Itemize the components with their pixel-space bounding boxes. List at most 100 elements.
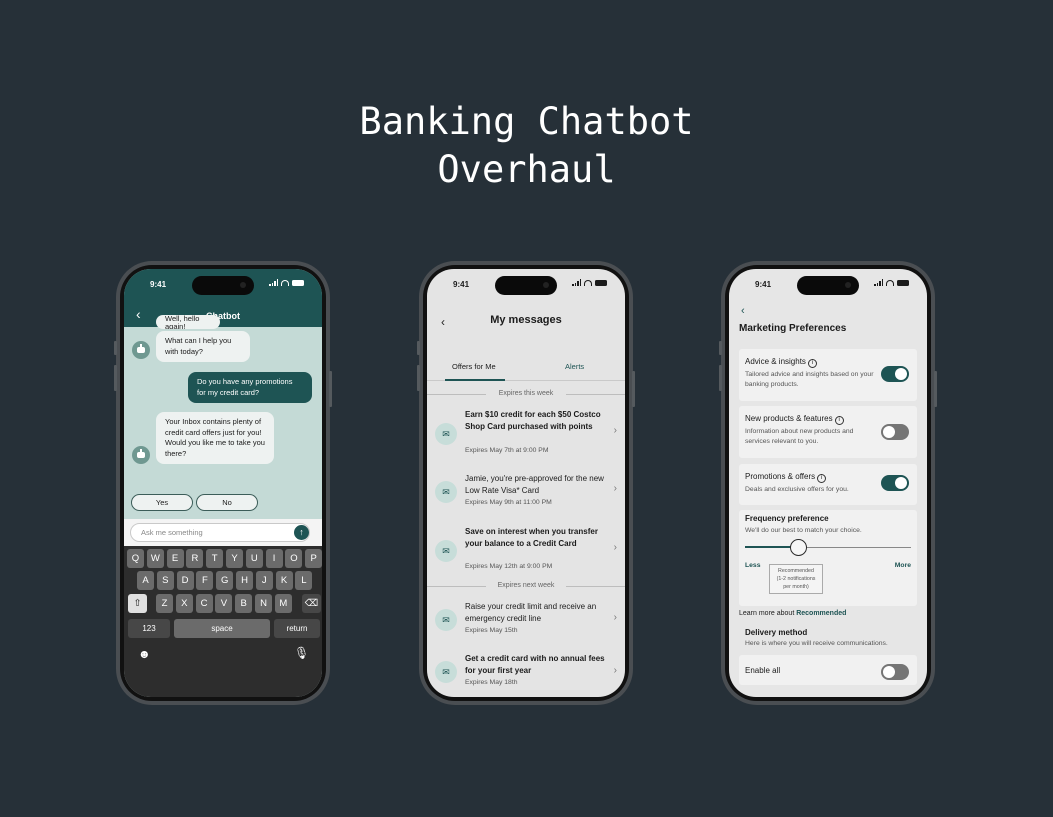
space-key[interactable]: space	[174, 619, 270, 638]
enable-all-label: Enable all	[745, 666, 781, 675]
phone-chatbot: 9:41 ‹ Chatbot Well, hello again! What c…	[114, 261, 332, 705]
keyboard: QWERTYUIOP ASDFGHJKL ZXCVBNM ⇧ ⌫ 123 spa…	[124, 546, 322, 697]
key-k[interactable]: K	[275, 571, 293, 590]
info-icon[interactable]: i	[834, 416, 844, 425]
battery-icon	[897, 279, 909, 286]
pref-card-new-products: New products & features i Information abo…	[739, 406, 917, 458]
key-i[interactable]: I	[265, 549, 283, 568]
info-icon[interactable]: i	[817, 474, 827, 483]
chevron-right-icon: ›	[613, 542, 617, 553]
learn-more-link[interactable]: Recommended	[796, 610, 846, 617]
chat-bubble-bot: Well, hello again!	[156, 315, 220, 329]
chat-bubble-bot: What can I help you with today?	[156, 331, 250, 362]
key-t[interactable]: T	[206, 549, 224, 568]
quick-reply-no[interactable]: No	[196, 494, 258, 511]
tab-alerts[interactable]: Alerts	[565, 362, 584, 371]
chatbot-title: Chatbot	[206, 311, 240, 321]
recommended-tooltip: Recommended (1-2 notifications per month…	[769, 564, 823, 594]
key-e[interactable]: E	[166, 549, 184, 568]
info-icon[interactable]: i	[807, 359, 817, 368]
key-l[interactable]: L	[295, 571, 313, 590]
send-arrow-icon[interactable]: ↑	[294, 525, 309, 540]
signal-icon	[874, 279, 883, 286]
delivery-title: Delivery method	[745, 628, 808, 637]
slider-label-less: Less	[745, 562, 761, 569]
key-y[interactable]: Y	[226, 549, 243, 568]
status-time: 9:41	[453, 280, 470, 289]
back-chevron-icon[interactable]: ‹	[741, 305, 745, 317]
return-key[interactable]: return	[274, 619, 320, 638]
tab-offers-for-me[interactable]: Offers for Me	[452, 362, 496, 371]
key-j[interactable]: J	[255, 571, 273, 590]
bot-avatar-icon	[132, 341, 150, 359]
key-m[interactable]: M	[274, 594, 292, 613]
key-z[interactable]: Z	[156, 594, 173, 613]
bot-avatar-icon	[132, 446, 150, 464]
key-a[interactable]: A	[137, 571, 154, 590]
dynamic-island	[495, 276, 557, 295]
dynamic-island	[797, 276, 859, 295]
status-time: 9:41	[150, 280, 167, 289]
shift-key[interactable]: ⇧	[128, 594, 147, 613]
messages-title: My messages	[490, 314, 562, 326]
chat-input[interactable]: Ask me something	[130, 523, 310, 542]
envelope-closed-icon: ✉	[435, 661, 457, 683]
chevron-right-icon: ›	[613, 425, 617, 436]
numbers-key[interactable]: 123	[128, 619, 170, 638]
frequency-title: Frequency preference	[745, 514, 829, 523]
status-time: 9:41	[755, 280, 772, 289]
slider-label-more: More	[894, 562, 911, 569]
wifi-icon	[281, 279, 289, 286]
key-n[interactable]: N	[255, 594, 272, 613]
frequency-desc: We'll do our best to match your choice.	[745, 527, 862, 534]
section-divider: Expires this week	[427, 389, 625, 399]
toggle-new-products[interactable]	[881, 424, 909, 440]
key-q[interactable]: Q	[127, 549, 144, 568]
phone-messages: 9:41 ‹ My messages Offers for Me Alerts …	[417, 261, 635, 705]
microphone-icon[interactable]: 🎙︎	[294, 646, 309, 660]
toggle-enable-all[interactable]	[881, 664, 909, 680]
envelope-closed-icon: ✉	[435, 540, 457, 562]
pref-card-advice: Advice & insights i Tailored advice and i…	[739, 349, 917, 401]
emoji-icon[interactable]: ☻	[138, 647, 151, 661]
messages-screen: 9:41 ‹ My messages Offers for Me Alerts …	[427, 269, 625, 697]
preferences-title: Marketing Preferences	[739, 323, 847, 334]
quick-reply-yes[interactable]: Yes	[131, 494, 193, 511]
page-title-line1: Banking Chatbot	[359, 100, 694, 143]
toggle-promotions[interactable]	[881, 475, 909, 491]
delivery-desc: Here is where you will receive communica…	[745, 640, 888, 647]
key-u[interactable]: U	[245, 549, 263, 568]
chevron-right-icon: ›	[613, 665, 617, 676]
key-r[interactable]: R	[186, 549, 204, 568]
learn-more-text: Learn more about Recommended	[739, 610, 847, 617]
frequency-card: Frequency preference We'll do our best t…	[739, 510, 917, 606]
preferences-screen: 9:41 ‹ Marketing Preferences Advice & in…	[729, 269, 927, 697]
key-b[interactable]: B	[235, 594, 253, 613]
key-c[interactable]: C	[195, 594, 213, 613]
page-title-line2: Overhaul	[437, 148, 616, 191]
wifi-icon	[886, 279, 894, 286]
key-o[interactable]: O	[285, 549, 303, 568]
enable-all-card: Enable all	[739, 655, 917, 685]
key-v[interactable]: V	[215, 594, 233, 613]
backspace-key[interactable]: ⌫	[302, 594, 321, 613]
key-x[interactable]: X	[175, 594, 193, 613]
key-s[interactable]: S	[156, 571, 174, 590]
key-f[interactable]: F	[196, 571, 214, 590]
dynamic-island	[192, 276, 254, 295]
key-h[interactable]: H	[236, 571, 253, 590]
chevron-right-icon: ›	[613, 612, 617, 623]
envelope-closed-icon: ✉	[435, 423, 457, 445]
toggle-advice[interactable]	[881, 366, 909, 382]
signal-icon	[572, 279, 581, 286]
key-g[interactable]: G	[216, 571, 234, 590]
chat-bubble-user: Do you have any promotions for my credit…	[188, 372, 312, 403]
key-d[interactable]: D	[176, 571, 194, 590]
key-w[interactable]: W	[146, 549, 164, 568]
wifi-icon	[584, 279, 592, 286]
phone-preferences: 9:41 ‹ Marketing Preferences Advice & in…	[719, 261, 937, 705]
key-p[interactable]: P	[305, 549, 322, 568]
battery-icon	[292, 279, 304, 286]
frequency-slider-thumb[interactable]	[789, 539, 807, 556]
page-title: Banking Chatbot Overhaul	[0, 98, 1053, 194]
